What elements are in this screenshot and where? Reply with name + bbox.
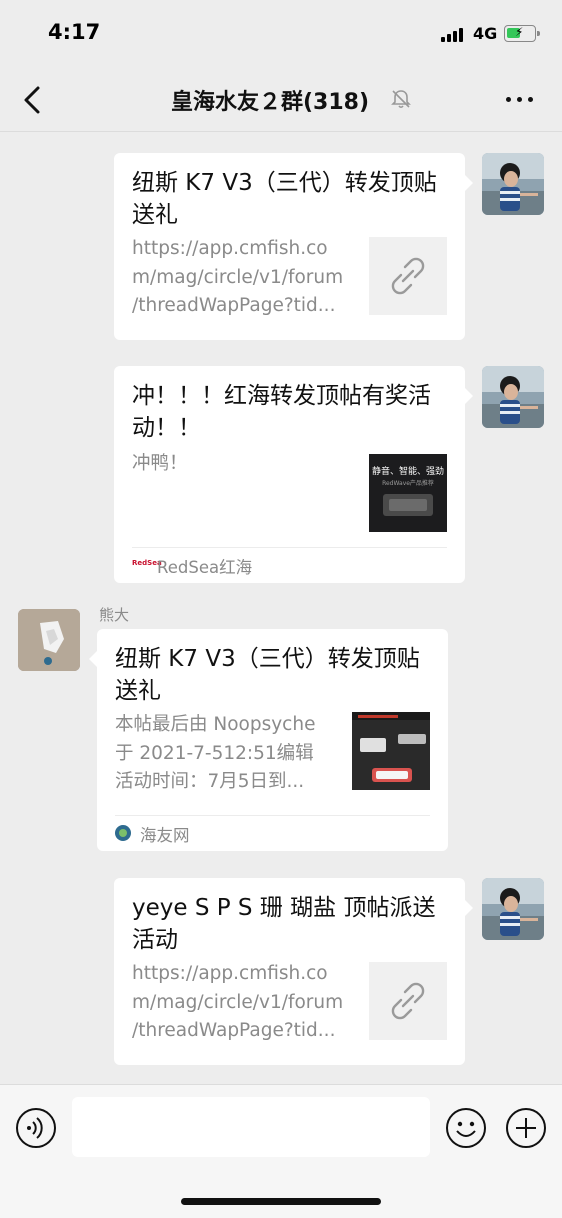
card-title: 冲！！！红海转发顶帖有奖活动！！ [132,383,431,441]
sender-name: 熊大 [99,606,130,624]
product-photo [352,712,430,790]
card-description: 本帖最后由 Noopsyche 于 2021-7-512:51编辑 活动时间：7… [115,711,315,797]
desc-line: 于 2021-7-512:51编辑 [115,742,314,764]
network-type: 4G [473,24,498,43]
thumb-subcaption: RedWave产品推荐 [382,480,434,487]
link-thumbnail [369,237,447,315]
status-time: 4:17 [48,20,101,44]
desc-line: /threadWapPage?tid... [132,295,336,316]
divider [115,815,430,816]
avatar[interactable] [482,153,544,215]
link-card[interactable]: 纽斯 K7 V3（三代）转发顶贴送礼 https://app.cmfish.co… [114,153,473,340]
card-source: 海友网 [140,826,190,845]
divider [132,547,447,548]
globe-icon [115,825,131,841]
desc-line: 活动时间：7月5日到... [115,771,305,792]
cellular-signal-icon [441,28,465,42]
bell-muted-icon [391,90,411,109]
desc-line: m/mag/circle/v1/forum [132,266,344,288]
card-title: 纽斯 K7 V3（三代）转发顶贴送礼 [115,646,420,704]
voice-icon[interactable] [15,1107,57,1149]
avatar[interactable] [18,609,80,671]
link-card[interactable]: 纽斯 K7 V3（三代）转发顶贴送礼 本帖最后由 Noopsyche 于 202… [89,629,448,851]
card-description: https://app.cmfish.co m/mag/circle/v1/fo… [132,960,343,1046]
desc-line: 冲鸭！ [132,453,188,474]
card-title: yeye S P S 珊 瑚盐 顶帖派送活动 [132,895,436,953]
message-input[interactable] [72,1097,430,1157]
desc-line: https://app.cmfish.co [132,963,328,984]
link-icon [391,257,425,295]
plus-circle-icon[interactable] [505,1107,547,1149]
battery-icon: ⚡ [504,25,540,42]
desc-line: 本帖最后由 Noopsyche [115,714,316,735]
emoji-icon[interactable] [445,1107,487,1149]
status-bar: 4:17 4G ⚡ [0,0,562,68]
product-thumbnail: 静音、智能、强劲 RedWave产品推荐 [369,454,447,532]
chat-title-text: 皇海水友２群(318) [170,90,370,115]
link-thumbnail [369,962,447,1040]
card-title: 纽斯 K7 V3（三代）转发顶贴送礼 [132,170,437,228]
card-description: https://app.cmfish.co m/mag/circle/v1/fo… [132,235,343,321]
more-dots-icon[interactable] [500,88,540,110]
link-icon [391,982,425,1020]
desc-line: https://app.cmfish.co [132,238,328,259]
thumb-caption: 静音、智能、强劲 [372,467,445,477]
chat-header: 皇海水友２群(318) [0,68,562,132]
avatar[interactable] [482,366,544,428]
desc-line: m/mag/circle/v1/forum [132,991,344,1013]
avatar[interactable] [482,878,544,940]
card-description: 冲鸭！ [132,450,188,479]
link-card[interactable]: yeye S P S 珊 瑚盐 顶帖派送活动 https://app.cmfis… [114,878,473,1065]
chat-title: 皇海水友２群(318) [0,84,562,116]
desc-line: /threadWapPage?tid... [132,1020,336,1041]
link-card[interactable]: 冲！！！红海转发顶帖有奖活动！！ 冲鸭！ 静音、智能、强劲 RedWave产品推… [114,366,473,583]
home-indicator[interactable] [181,1198,381,1205]
card-source: RedSea红海 [157,558,253,577]
